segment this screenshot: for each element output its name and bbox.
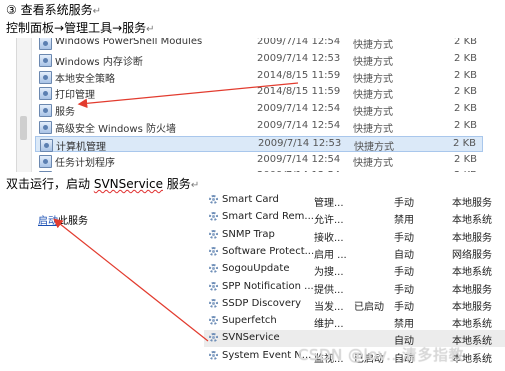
annotation-arrows (53, 82, 299, 342)
watermark: CSDN @lov...清多指教 (298, 346, 464, 364)
arrow-to-start-link-icon (53, 218, 209, 342)
arrow-to-services-icon (77, 82, 299, 109)
